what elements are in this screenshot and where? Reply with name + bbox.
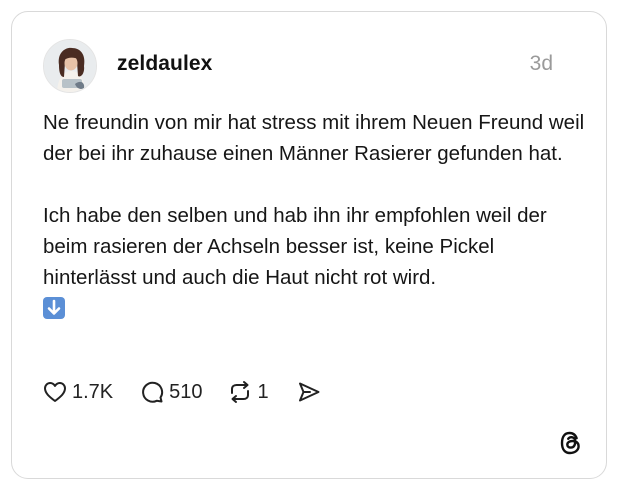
reply-button[interactable]: 510	[140, 380, 203, 404]
like-count: 1.7K	[72, 380, 114, 403]
share-button[interactable]	[297, 381, 321, 403]
post-paragraph-1: Ne freundin von mir hat stress mit ihrem…	[43, 111, 585, 165]
comment-bubble-icon	[142, 381, 164, 403]
like-button[interactable]: 1.7K	[43, 381, 113, 404]
repost-button[interactable]: 1	[227, 380, 269, 404]
heart-icon	[44, 382, 66, 402]
threads-logo-icon	[559, 430, 583, 456]
post-timestamp: 3d	[529, 52, 553, 75]
post-card: zeldaulex 3d Ne freundin von mir hat str…	[11, 11, 607, 479]
post-paragraph-2-text: Ich habe den selben und hab ihn ihr empf…	[43, 204, 547, 289]
reply-count: 510	[169, 380, 203, 403]
username[interactable]: zeldaulex	[117, 52, 212, 76]
down-arrow-emoji-icon	[43, 297, 65, 319]
post-actions: 1.7K 510 1	[43, 378, 321, 406]
repost-count: 1	[257, 380, 269, 403]
repost-icon	[230, 381, 249, 403]
send-icon	[298, 382, 320, 402]
avatar[interactable]	[43, 39, 97, 93]
post-paragraph-2: Ich habe den selben und hab ihn ihr empf…	[43, 200, 588, 325]
post-body: Ne freundin von mir hat stress mit ihrem…	[43, 107, 588, 325]
